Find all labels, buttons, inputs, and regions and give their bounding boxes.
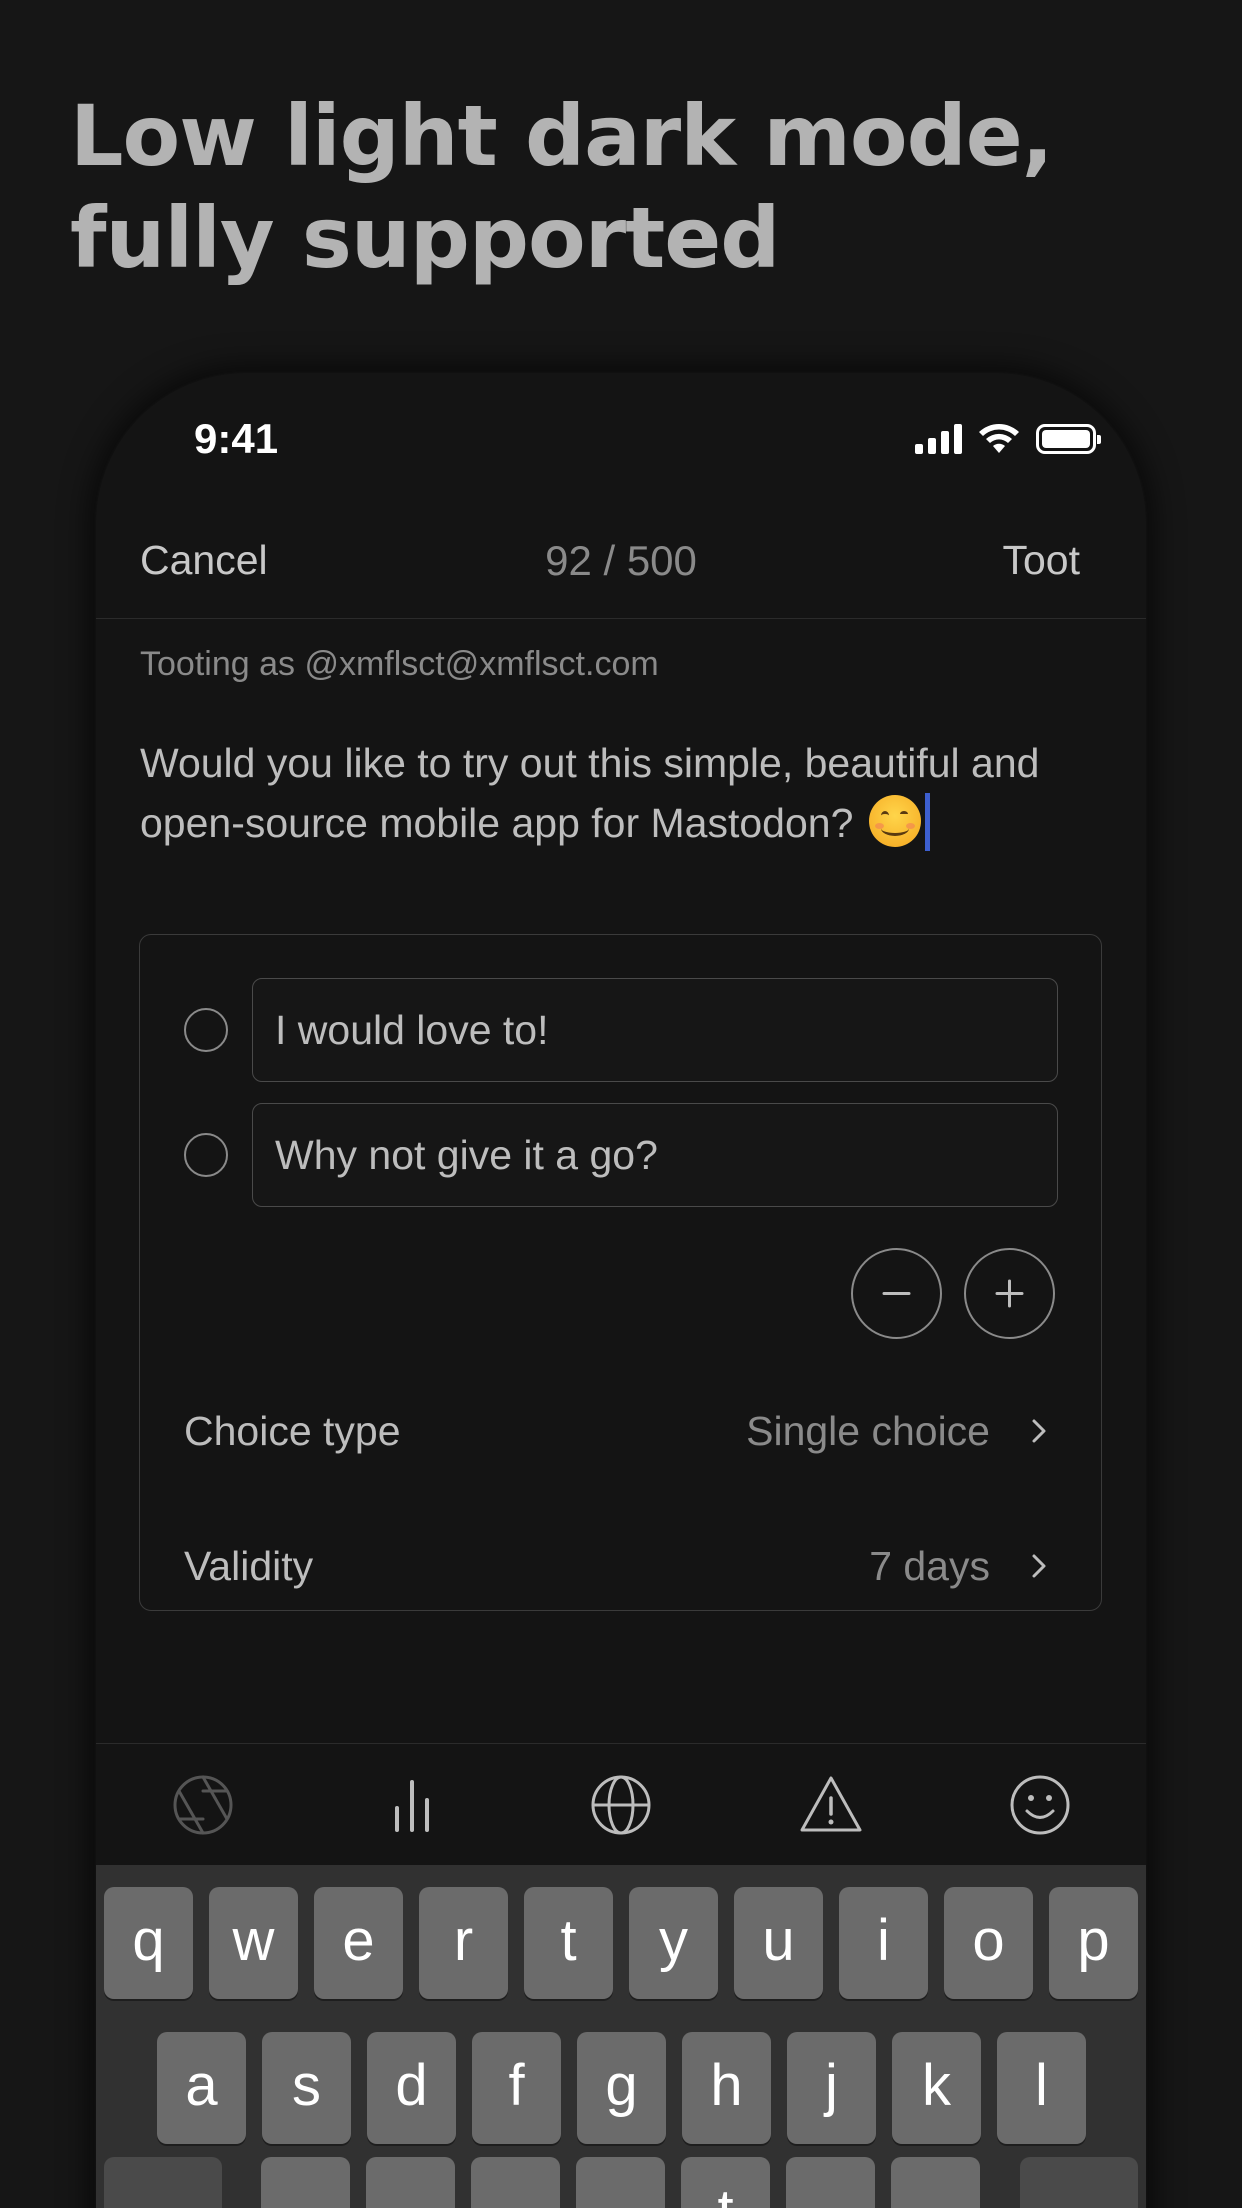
chevron-right-icon xyxy=(1032,1419,1046,1443)
poll-button[interactable] xyxy=(379,1772,445,1838)
compose-text-area[interactable]: Would you like to try out this simple, b… xyxy=(140,733,1090,853)
keyboard-key-u[interactable]: u xyxy=(734,1887,823,1999)
toot-button[interactable]: Toot xyxy=(1003,537,1081,584)
backspace-key[interactable] xyxy=(1020,2157,1138,2208)
headline-line-2: fully supported xyxy=(70,189,780,287)
poll-option-2: Why not give it a go? xyxy=(184,1103,1058,1207)
choice-type-value: Single choice xyxy=(746,1408,990,1454)
keyboard-key-a[interactable]: a xyxy=(157,2032,246,2144)
visibility-button[interactable] xyxy=(588,1772,654,1838)
tooting-as-label: Tooting as @xmflsct@xmflsct.com xyxy=(140,645,659,683)
keyboard-key[interactable] xyxy=(261,2157,350,2208)
keyboard-key-h[interactable]: h xyxy=(682,2032,771,2144)
shift-key[interactable] xyxy=(104,2157,222,2208)
keyboard-key-j[interactable]: j xyxy=(787,2032,876,2144)
plus-icon xyxy=(995,1279,1024,1308)
keyboard-key-i[interactable]: i xyxy=(839,1887,928,1999)
poll-icon xyxy=(395,1780,429,1832)
chevron-right-icon xyxy=(1032,1554,1046,1578)
headline: Low light dark mode, fully supported xyxy=(70,85,1170,289)
keyboard-key-q[interactable]: q xyxy=(104,1887,193,1999)
validity-value: 7 days xyxy=(869,1543,990,1589)
camera-aperture-icon xyxy=(173,1775,233,1835)
keyboard-key[interactable] xyxy=(576,2157,665,2208)
keyboard-key-t[interactable]: t xyxy=(681,2157,770,2208)
keyboard-key-r[interactable]: r xyxy=(419,1887,508,1999)
cellular-signal-icon xyxy=(915,424,962,454)
warning-icon xyxy=(800,1776,862,1832)
poll-editor: I would love to! Why not give it a go? C… xyxy=(139,934,1102,1611)
remove-option-button[interactable] xyxy=(851,1248,942,1339)
keyboard-key-s[interactable]: s xyxy=(262,2032,351,2144)
globe-icon xyxy=(591,1775,651,1835)
poll-option-input[interactable]: Why not give it a go? xyxy=(252,1103,1058,1207)
headline-line-1: Low light dark mode, xyxy=(70,87,1054,185)
minus-icon xyxy=(882,1292,911,1295)
emoji-button[interactable] xyxy=(1007,1772,1073,1838)
keyboard-key-e[interactable]: e xyxy=(314,1887,403,1999)
radio-button[interactable] xyxy=(184,1133,228,1177)
keyboard-key-w[interactable]: w xyxy=(209,1887,298,1999)
validity-label: Validity xyxy=(184,1543,314,1589)
character-counter: 92 / 500 xyxy=(545,537,697,584)
keyboard-key-k[interactable]: k xyxy=(892,2032,981,2144)
smiling-face-emoji xyxy=(868,795,921,847)
compose-nav-bar: Cancel 92 / 500 Toot xyxy=(96,503,1146,619)
choice-type-label: Choice type xyxy=(184,1408,401,1454)
attach-media-button[interactable] xyxy=(170,1772,236,1838)
add-option-button[interactable] xyxy=(964,1248,1055,1339)
keyboard-key[interactable] xyxy=(891,2157,980,2208)
battery-icon xyxy=(1036,424,1101,454)
keyboard-key[interactable] xyxy=(471,2157,560,2208)
radio-button[interactable] xyxy=(184,1008,228,1052)
on-screen-keyboard: qwertyuiop asdfghjkl t xyxy=(96,1865,1146,2208)
poll-option-1: I would love to! xyxy=(184,978,1058,1082)
keyboard-key-p[interactable]: p xyxy=(1049,1887,1138,1999)
keyboard-key[interactable] xyxy=(786,2157,875,2208)
wifi-icon xyxy=(979,424,1019,453)
poll-option-input[interactable]: I would love to! xyxy=(252,978,1058,1082)
choice-type-row[interactable]: Choice type Single choice xyxy=(184,1396,1060,1466)
keyboard-key-y[interactable]: y xyxy=(629,1887,718,1999)
keyboard-key-o[interactable]: o xyxy=(944,1887,1033,1999)
phone-screen: 9:41 Cancel 92 / 500 Toot Tooting as @xm… xyxy=(96,373,1146,2208)
keyboard-key-d[interactable]: d xyxy=(367,2032,456,2144)
emoji-icon xyxy=(1010,1775,1070,1835)
keyboard-key-g[interactable]: g xyxy=(577,2032,666,2144)
validity-row[interactable]: Validity 7 days xyxy=(184,1531,1060,1601)
keyboard-key-l[interactable]: l xyxy=(997,2032,1086,2144)
status-icons xyxy=(915,423,1101,455)
keyboard-key-f[interactable]: f xyxy=(472,2032,561,2144)
status-time: 9:41 xyxy=(194,415,279,462)
compose-toolbar xyxy=(96,1743,1146,1865)
content-warning-button[interactable] xyxy=(798,1772,864,1838)
text-cursor xyxy=(924,793,930,851)
keyboard-key-t[interactable]: t xyxy=(524,1887,613,1999)
keyboard-key[interactable] xyxy=(366,2157,455,2208)
